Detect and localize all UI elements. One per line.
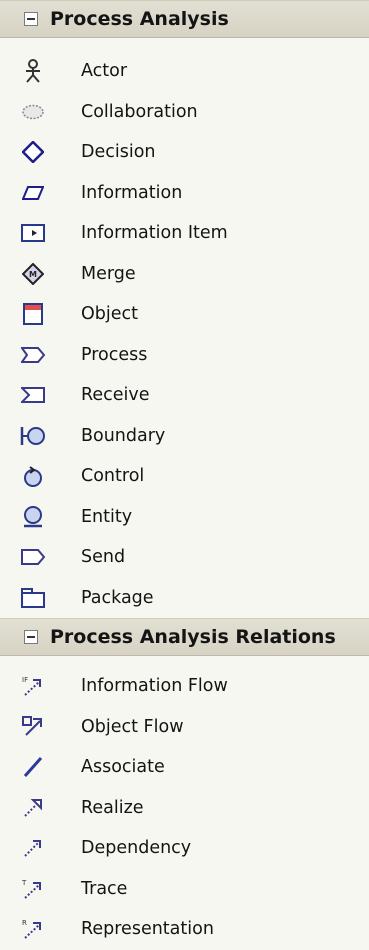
toolbox-panel: Process Analysis Actor Collaboration Dec…	[0, 0, 369, 944]
toolbox-item-information-item[interactable]: Information Item	[0, 213, 369, 254]
object-flow-icon	[20, 714, 46, 740]
item-label: Merge	[81, 263, 136, 284]
decision-icon	[20, 139, 46, 165]
section-items-process-analysis-relations: IF Information Flow Object Flow Associat…	[0, 666, 369, 950]
item-label: Entity	[81, 506, 133, 527]
toolbox-item-control[interactable]: Control	[0, 456, 369, 497]
item-label: Send	[81, 547, 126, 568]
information-icon	[20, 180, 46, 206]
toolbox-item-trace[interactable]: T Trace	[0, 869, 369, 910]
toolbox-item-package[interactable]: Package	[0, 578, 369, 619]
toolbox-item-collaboration[interactable]: Collaboration	[0, 92, 369, 133]
toolbox-item-object[interactable]: Object	[0, 294, 369, 335]
collapse-icon[interactable]	[24, 630, 38, 644]
toolbox-item-send[interactable]: Send	[0, 537, 369, 578]
toolbox-item-entity[interactable]: Entity	[0, 497, 369, 538]
toolbox-item-realize[interactable]: Realize	[0, 788, 369, 829]
collaboration-icon	[20, 99, 46, 125]
item-label: Actor	[81, 61, 128, 82]
send-icon	[20, 544, 46, 570]
section-title: Process Analysis	[50, 8, 229, 30]
toolbox-item-decision[interactable]: Decision	[0, 132, 369, 173]
item-label: Process	[81, 344, 148, 365]
item-label: Package	[81, 587, 154, 608]
process-icon	[20, 342, 46, 368]
receive-icon	[20, 382, 46, 408]
toolbox-item-information-flow[interactable]: IF Information Flow	[0, 666, 369, 707]
trace-icon: T	[20, 876, 46, 902]
item-label: Decision	[81, 142, 156, 163]
dependency-icon	[20, 835, 46, 861]
toolbox-item-associate[interactable]: Associate	[0, 747, 369, 788]
collapse-icon[interactable]	[24, 12, 38, 26]
toolbox-item-receive[interactable]: Receive	[0, 375, 369, 416]
svg-text:T: T	[21, 879, 27, 887]
information-flow-icon: IF	[20, 673, 46, 699]
item-label: Trace	[81, 878, 128, 899]
toolbox-item-information[interactable]: Information	[0, 173, 369, 214]
realize-icon	[20, 795, 46, 821]
item-label: Control	[81, 466, 145, 487]
package-icon	[20, 585, 46, 611]
entity-icon	[20, 504, 46, 530]
control-icon	[20, 463, 46, 489]
item-label: Boundary	[81, 425, 166, 446]
boundary-icon	[20, 423, 46, 449]
item-label: Receive	[81, 385, 150, 406]
section-header-process-analysis-relations[interactable]: Process Analysis Relations	[0, 618, 369, 656]
information-item-icon	[20, 220, 46, 246]
item-label: Information Item	[81, 223, 228, 244]
toolbox-item-representation[interactable]: R Representation	[0, 909, 369, 950]
toolbox-item-merge[interactable]: M Merge	[0, 254, 369, 295]
toolbox-item-boundary[interactable]: Boundary	[0, 416, 369, 457]
svg-text:IF: IF	[22, 676, 28, 684]
section-title: Process Analysis Relations	[50, 626, 336, 648]
actor-icon	[20, 58, 46, 84]
object-icon	[20, 301, 46, 327]
merge-icon: M	[20, 261, 46, 287]
item-label: Realize	[81, 797, 144, 818]
toolbox-item-dependency[interactable]: Dependency	[0, 828, 369, 869]
svg-text:M: M	[29, 270, 37, 279]
section-header-process-analysis[interactable]: Process Analysis	[0, 0, 369, 38]
toolbox-item-object-flow[interactable]: Object Flow	[0, 707, 369, 748]
associate-icon	[20, 754, 46, 780]
item-label: Dependency	[81, 838, 192, 859]
representation-icon: R	[20, 916, 46, 942]
toolbox-item-actor[interactable]: Actor	[0, 51, 369, 92]
item-label: Object Flow	[81, 716, 184, 737]
item-label: Information	[81, 182, 183, 203]
toolbox-item-process[interactable]: Process	[0, 335, 369, 376]
item-label: Associate	[81, 757, 165, 778]
item-label: Representation	[81, 919, 214, 940]
svg-text:R: R	[22, 919, 27, 927]
item-label: Information Flow	[81, 676, 228, 697]
item-label: Collaboration	[81, 101, 198, 122]
item-label: Object	[81, 304, 138, 325]
section-items-process-analysis: Actor Collaboration Decision Information	[0, 51, 369, 618]
